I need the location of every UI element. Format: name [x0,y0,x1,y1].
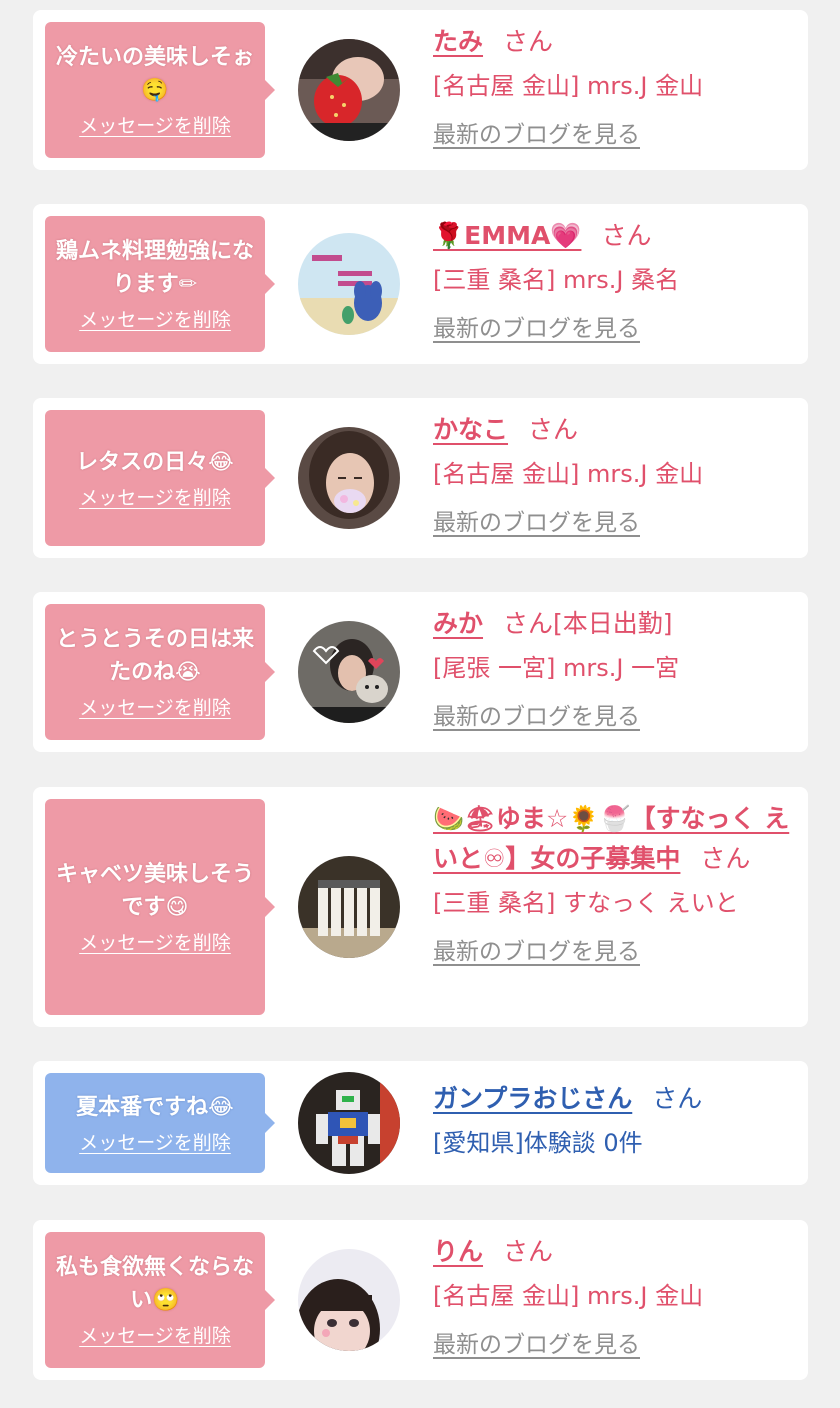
sender-name-link[interactable]: 🌹EMMA💗 [433,221,581,250]
message-card: 鶏ムネ料理勉強になります✏ メッセージを削除 🌹EMMA💗 さん [三重 桑名] … [33,204,808,364]
sender-name-link[interactable]: かなこ [433,415,508,444]
sender-info: 🌹EMMA💗 さん [三重 桑名] mrs.J 桑名 最新のブログを見る [433,216,793,346]
sender-name-link[interactable]: たみ [433,27,483,56]
shop-label: [三重 桑名] すなっく えいと [433,889,739,917]
shop-label: [名古屋 金山] mrs.J 金山 [433,1282,704,1310]
latest-blog-link[interactable]: 最新のブログを見る [433,935,640,969]
message-bubble: 私も食欲無くならない🙄 メッセージを削除 [45,1232,275,1368]
message-bubble: 鶏ムネ料理勉強になります✏ メッセージを削除 [45,216,275,352]
latest-blog-link[interactable]: 最新のブログを見る [433,700,640,734]
message-card: レタスの日々😂 メッセージを削除 かなこ さん [名古屋 金山] mrs.J 金山… [33,398,808,558]
sender-info: ガンプラおじさん さん [愛知県]体験談 0件 [433,1079,793,1163]
honorific: さん [528,415,579,444]
honorific: さん [652,1084,703,1113]
latest-blog-link[interactable]: 最新のブログを見る [433,312,640,346]
avatar[interactable] [298,39,400,141]
avatar[interactable] [298,233,400,335]
shop-label: [尾張 一宮] mrs.J 一宮 [433,654,680,682]
message-card: 冷たいの美味しそぉ🤤 メッセージを削除 たみ さん [名古屋 金山] mrs.J … [33,10,808,170]
avatar[interactable] [298,856,400,958]
latest-blog-link[interactable]: 最新のブログを見る [433,506,640,540]
shop-label: [名古屋 金山] mrs.J 金山 [433,72,704,100]
message-card: 私も食欲無くならない🙄 メッセージを削除 りん さん [名古屋 金山] mrs.J… [33,1220,808,1380]
latest-blog-link[interactable]: 最新のブログを見る [433,1328,640,1362]
review-count-label: [愛知県]体験談 0件 [433,1129,643,1157]
message-text: 夏本番ですね😂 [76,1094,234,1120]
sender-name-link[interactable]: りん [433,1237,483,1266]
attendance-status: [本日出勤] [553,609,673,638]
sender-name-link[interactable]: みか [433,609,483,638]
honorific: さん [503,27,554,56]
message-text: 私も食欲無くならない🙄 [55,1255,254,1313]
avatar[interactable] [298,1249,400,1351]
avatar[interactable] [298,1072,400,1174]
honorific: さん [601,221,652,250]
message-card: とうとうその日は来たのね😭 メッセージを削除 みか さん[本日出勤] [尾張 一宮… [33,592,808,752]
message-text: レタスの日々😂 [76,449,234,475]
avatar[interactable] [298,427,400,529]
sender-info: 🍉🏖ゆま☆🌻🍧【すなっく えいと♾】女の子募集中 さん [三重 桑名] すなっく … [433,799,793,969]
sender-info: かなこ さん [名古屋 金山] mrs.J 金山 最新のブログを見る [433,410,793,540]
message-list: 冷たいの美味しそぉ🤤 メッセージを削除 たみ さん [名古屋 金山] mrs.J … [0,0,840,1408]
message-text: 鶏ムネ料理勉強になります✏ [55,239,254,297]
message-bubble: レタスの日々😂 メッセージを削除 [45,410,275,546]
honorific: さん [503,609,554,638]
sender-info: たみ さん [名古屋 金山] mrs.J 金山 最新のブログを見る [433,22,793,152]
message-text: とうとうその日は来たのね😭 [55,627,254,685]
sender-info: りん さん [名古屋 金山] mrs.J 金山 最新のブログを見る [433,1232,793,1362]
shop-label: [名古屋 金山] mrs.J 金山 [433,460,704,488]
message-text: 冷たいの美味しそぉ🤤 [55,45,254,103]
delete-message-link[interactable]: メッセージを削除 [79,930,231,956]
delete-message-link[interactable]: メッセージを削除 [79,1130,231,1156]
honorific: さん [700,844,751,873]
message-card: 夏本番ですね😂 メッセージを削除 ガンプラおじさん さん [愛知県]体験談 0件 [33,1061,808,1185]
message-bubble: 夏本番ですね😂 メッセージを削除 [45,1073,275,1173]
message-bubble: 冷たいの美味しそぉ🤤 メッセージを削除 [45,22,275,158]
latest-blog-link[interactable]: 最新のブログを見る [433,118,640,152]
sender-name-link[interactable]: ガンプラおじさん [433,1084,632,1113]
message-card: キャベツ美味しそうです😋 メッセージを削除 🍉🏖ゆま☆🌻🍧【すなっく えいと♾】… [33,787,808,1027]
message-bubble: キャベツ美味しそうです😋 メッセージを削除 [45,799,275,1015]
delete-message-link[interactable]: メッセージを削除 [79,1323,231,1349]
delete-message-link[interactable]: メッセージを削除 [79,695,231,721]
message-bubble: とうとうその日は来たのね😭 メッセージを削除 [45,604,275,740]
honorific: さん [503,1237,554,1266]
avatar[interactable] [298,621,400,723]
shop-label: [三重 桑名] mrs.J 桑名 [433,266,680,294]
delete-message-link[interactable]: メッセージを削除 [79,307,231,333]
delete-message-link[interactable]: メッセージを削除 [79,485,231,511]
delete-message-link[interactable]: メッセージを削除 [79,113,231,139]
message-text: キャベツ美味しそうです😋 [55,862,254,920]
sender-info: みか さん[本日出勤] [尾張 一宮] mrs.J 一宮 最新のブログを見る [433,604,793,734]
